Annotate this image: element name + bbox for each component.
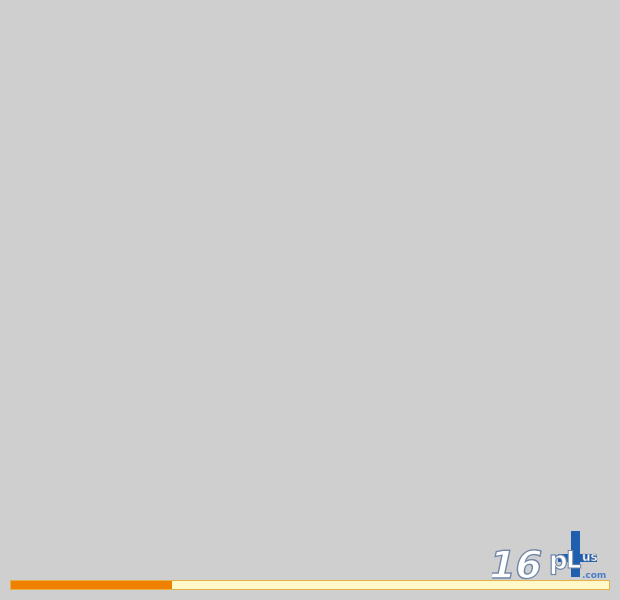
loading-screen: 16 p L us .com <box>0 0 620 600</box>
svg-text:16: 16 <box>492 543 547 582</box>
svg-text:L: L <box>566 546 581 574</box>
site-logo: 16 p L us .com <box>492 531 606 582</box>
loading-progress-fill <box>11 581 173 589</box>
svg-text:us: us <box>582 550 598 564</box>
loading-progress-bar <box>10 580 610 590</box>
svg-text:p: p <box>549 546 568 576</box>
